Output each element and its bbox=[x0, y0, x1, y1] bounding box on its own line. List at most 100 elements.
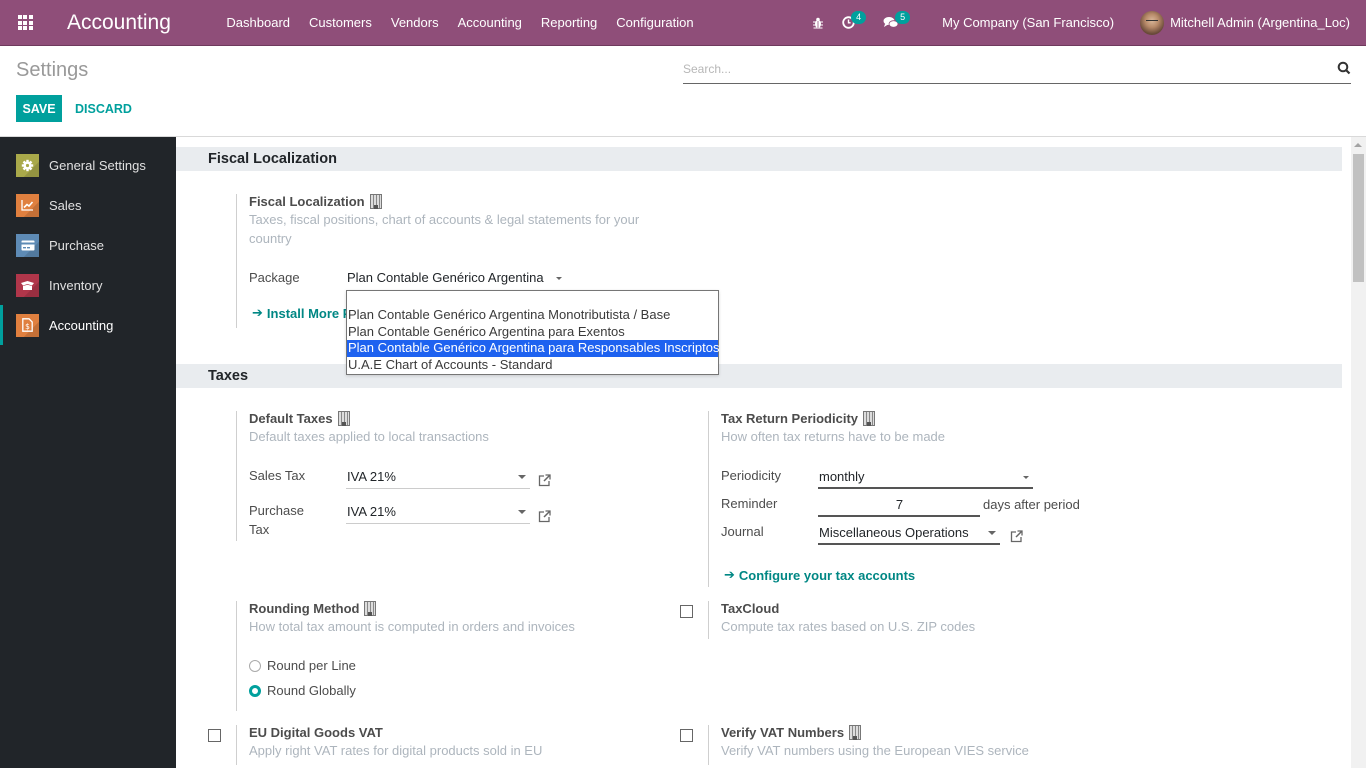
control-panel: Settings SAVE DISCARD bbox=[0, 46, 1366, 137]
setting-title: TaxCloud bbox=[721, 601, 780, 616]
content-scrollbar[interactable] bbox=[1351, 137, 1366, 768]
setting-description: Verify VAT numbers using the European VI… bbox=[721, 743, 1029, 758]
dropdown-option[interactable]: U.A.E Chart of Accounts - Standard bbox=[347, 357, 718, 374]
reminder-suffix: days after period bbox=[983, 497, 1080, 512]
gear-icon bbox=[16, 153, 39, 177]
setting-description: How often tax returns have to be made bbox=[721, 429, 946, 444]
journal-value: Miscellaneous Operations bbox=[819, 525, 969, 540]
debug-button[interactable] bbox=[808, 0, 828, 46]
setting-description: Default taxes applied to local transacti… bbox=[249, 429, 489, 444]
sidebar-item-label: Inventory bbox=[49, 277, 103, 293]
taxcloud-setting: TaxCloud Compute tax rates based on U.S.… bbox=[708, 601, 1128, 639]
app-title: Accounting bbox=[67, 10, 171, 34]
main-menu: Dashboard Customers Vendors Accounting R… bbox=[217, 15, 703, 30]
arrow-right-icon: ➔ bbox=[252, 305, 263, 320]
package-select[interactable]: Plan Contable Genérico Argentina par bbox=[346, 268, 564, 305]
sales-tax-select[interactable]: IVA 21% bbox=[346, 467, 530, 489]
user-name: Mitchell Admin (Argentina_Loc) bbox=[1170, 15, 1350, 30]
setting-title: EU Digital Goods VAT bbox=[249, 725, 383, 740]
dropdown-option-empty[interactable] bbox=[347, 291, 718, 307]
round-per-line-radio[interactable]: Round per Line bbox=[249, 658, 356, 673]
settings-content: Fiscal Localization Fiscal Localization … bbox=[176, 137, 1342, 768]
setting-title: Verify VAT Numbers bbox=[721, 725, 845, 740]
company-switcher[interactable]: My Company (San Francisco) bbox=[942, 15, 1114, 30]
purchase-tax-select[interactable]: IVA 21% bbox=[346, 502, 530, 524]
sidebar-item-label: Purchase bbox=[49, 237, 104, 253]
radio-button[interactable] bbox=[249, 659, 261, 672]
company-specific-icon bbox=[849, 725, 862, 740]
round-globally-radio[interactable]: Round Globally bbox=[249, 683, 356, 698]
company-specific-icon bbox=[337, 411, 350, 426]
sidebar-item-general-settings[interactable]: General Settings bbox=[0, 145, 176, 185]
radio-button[interactable] bbox=[249, 684, 261, 697]
external-link-icon[interactable] bbox=[538, 474, 551, 487]
setting-title: Default Taxes bbox=[249, 411, 333, 426]
menu-customers[interactable]: Customers bbox=[300, 15, 382, 30]
periodicity-value: monthly bbox=[819, 469, 865, 484]
chevron-down-icon bbox=[518, 475, 526, 479]
verify-vat-numbers-setting: Verify VAT Numbers Verify VAT numbers us… bbox=[708, 725, 1128, 765]
company-specific-icon bbox=[364, 601, 377, 616]
chart-trend-icon bbox=[16, 193, 39, 217]
periodicity-select[interactable]: monthly bbox=[818, 467, 1033, 489]
setting-description: Taxes, fiscal positions, chart of accoun… bbox=[249, 212, 640, 246]
menu-accounting[interactable]: Accounting bbox=[448, 15, 531, 30]
user-menu[interactable]: Mitchell Admin (Argentina_Loc) bbox=[1140, 10, 1350, 35]
eu-digital-goods-vat-checkbox[interactable] bbox=[208, 729, 221, 742]
dropdown-option[interactable]: Plan Contable Genérico Argentina para Ex… bbox=[347, 324, 718, 341]
verify-vat-numbers-checkbox[interactable] bbox=[680, 729, 693, 742]
grid-icon bbox=[17, 15, 33, 30]
messages-button[interactable]: 5 bbox=[883, 0, 917, 46]
menu-reporting[interactable]: Reporting bbox=[531, 15, 606, 30]
dropdown-option[interactable]: Plan Contable Genérico Argentina Monotri… bbox=[347, 307, 718, 324]
discard-button[interactable]: DISCARD bbox=[70, 95, 137, 122]
purchase-tax-label: Purchase Tax bbox=[249, 503, 304, 537]
configure-tax-accounts-link[interactable]: ➔ Configure your tax accounts bbox=[724, 567, 915, 583]
setting-title: Rounding Method bbox=[249, 601, 360, 616]
activity-count-badge: 4 bbox=[851, 10, 867, 24]
settings-sidebar: General Settings Sales Purchase Inventor… bbox=[0, 137, 176, 768]
credit-card-icon bbox=[16, 233, 39, 257]
sidebar-item-accounting[interactable]: $ Accounting bbox=[0, 305, 176, 345]
dropdown-option-selected[interactable]: Plan Contable Genérico Argentina para Re… bbox=[347, 340, 719, 357]
menu-dashboard[interactable]: Dashboard bbox=[217, 15, 300, 30]
apps-menu-button[interactable] bbox=[0, 0, 50, 46]
company-specific-icon bbox=[369, 194, 382, 209]
sidebar-item-sales[interactable]: Sales bbox=[0, 185, 176, 225]
reminder-value: 7 bbox=[895, 497, 904, 512]
menu-configuration[interactable]: Configuration bbox=[607, 15, 703, 30]
sidebar-item-label: General Settings bbox=[49, 157, 146, 173]
external-link-icon[interactable] bbox=[1010, 530, 1023, 543]
taxcloud-checkbox[interactable] bbox=[680, 605, 693, 618]
install-more-packages-link[interactable]: ➔ Install More P bbox=[252, 305, 351, 321]
chevron-down-icon bbox=[988, 531, 996, 535]
search-input[interactable] bbox=[683, 56, 1323, 82]
setting-description: Apply right VAT rates for digital produc… bbox=[249, 743, 543, 758]
sidebar-item-purchase[interactable]: Purchase bbox=[0, 225, 176, 265]
scroll-thumb[interactable] bbox=[1353, 154, 1364, 282]
menu-vendors[interactable]: Vendors bbox=[381, 15, 448, 30]
company-specific-icon bbox=[863, 411, 876, 426]
setting-description: Compute tax rates based on U.S. ZIP code… bbox=[721, 619, 976, 634]
arrow-right-icon: ➔ bbox=[724, 567, 735, 582]
setting-description: How total tax amount is computed in orde… bbox=[249, 619, 575, 634]
scroll-up-arrow-icon[interactable] bbox=[1354, 143, 1362, 147]
sidebar-item-inventory[interactable]: Inventory bbox=[0, 265, 176, 305]
page-title: Settings bbox=[16, 59, 89, 81]
chevron-down-icon bbox=[556, 277, 562, 280]
activities-button[interactable]: 4 bbox=[842, 0, 876, 46]
box-icon bbox=[16, 273, 39, 297]
sales-tax-label: Sales Tax bbox=[249, 468, 306, 483]
top-navbar: Accounting Dashboard Customers Vendors A… bbox=[0, 0, 1366, 46]
sidebar-item-label: Accounting bbox=[49, 317, 114, 333]
journal-select[interactable]: Miscellaneous Operations bbox=[818, 523, 1000, 545]
journal-label: Journal bbox=[721, 524, 764, 539]
search-icon[interactable] bbox=[1337, 61, 1351, 75]
bug-icon bbox=[813, 17, 824, 28]
sales-tax-value: IVA 21% bbox=[347, 469, 396, 484]
avatar bbox=[1140, 10, 1165, 35]
save-button[interactable]: SAVE bbox=[16, 95, 62, 122]
external-link-icon[interactable] bbox=[538, 510, 551, 523]
setting-title: Fiscal Localization bbox=[249, 194, 365, 209]
reminder-input[interactable]: 7 bbox=[818, 495, 980, 517]
